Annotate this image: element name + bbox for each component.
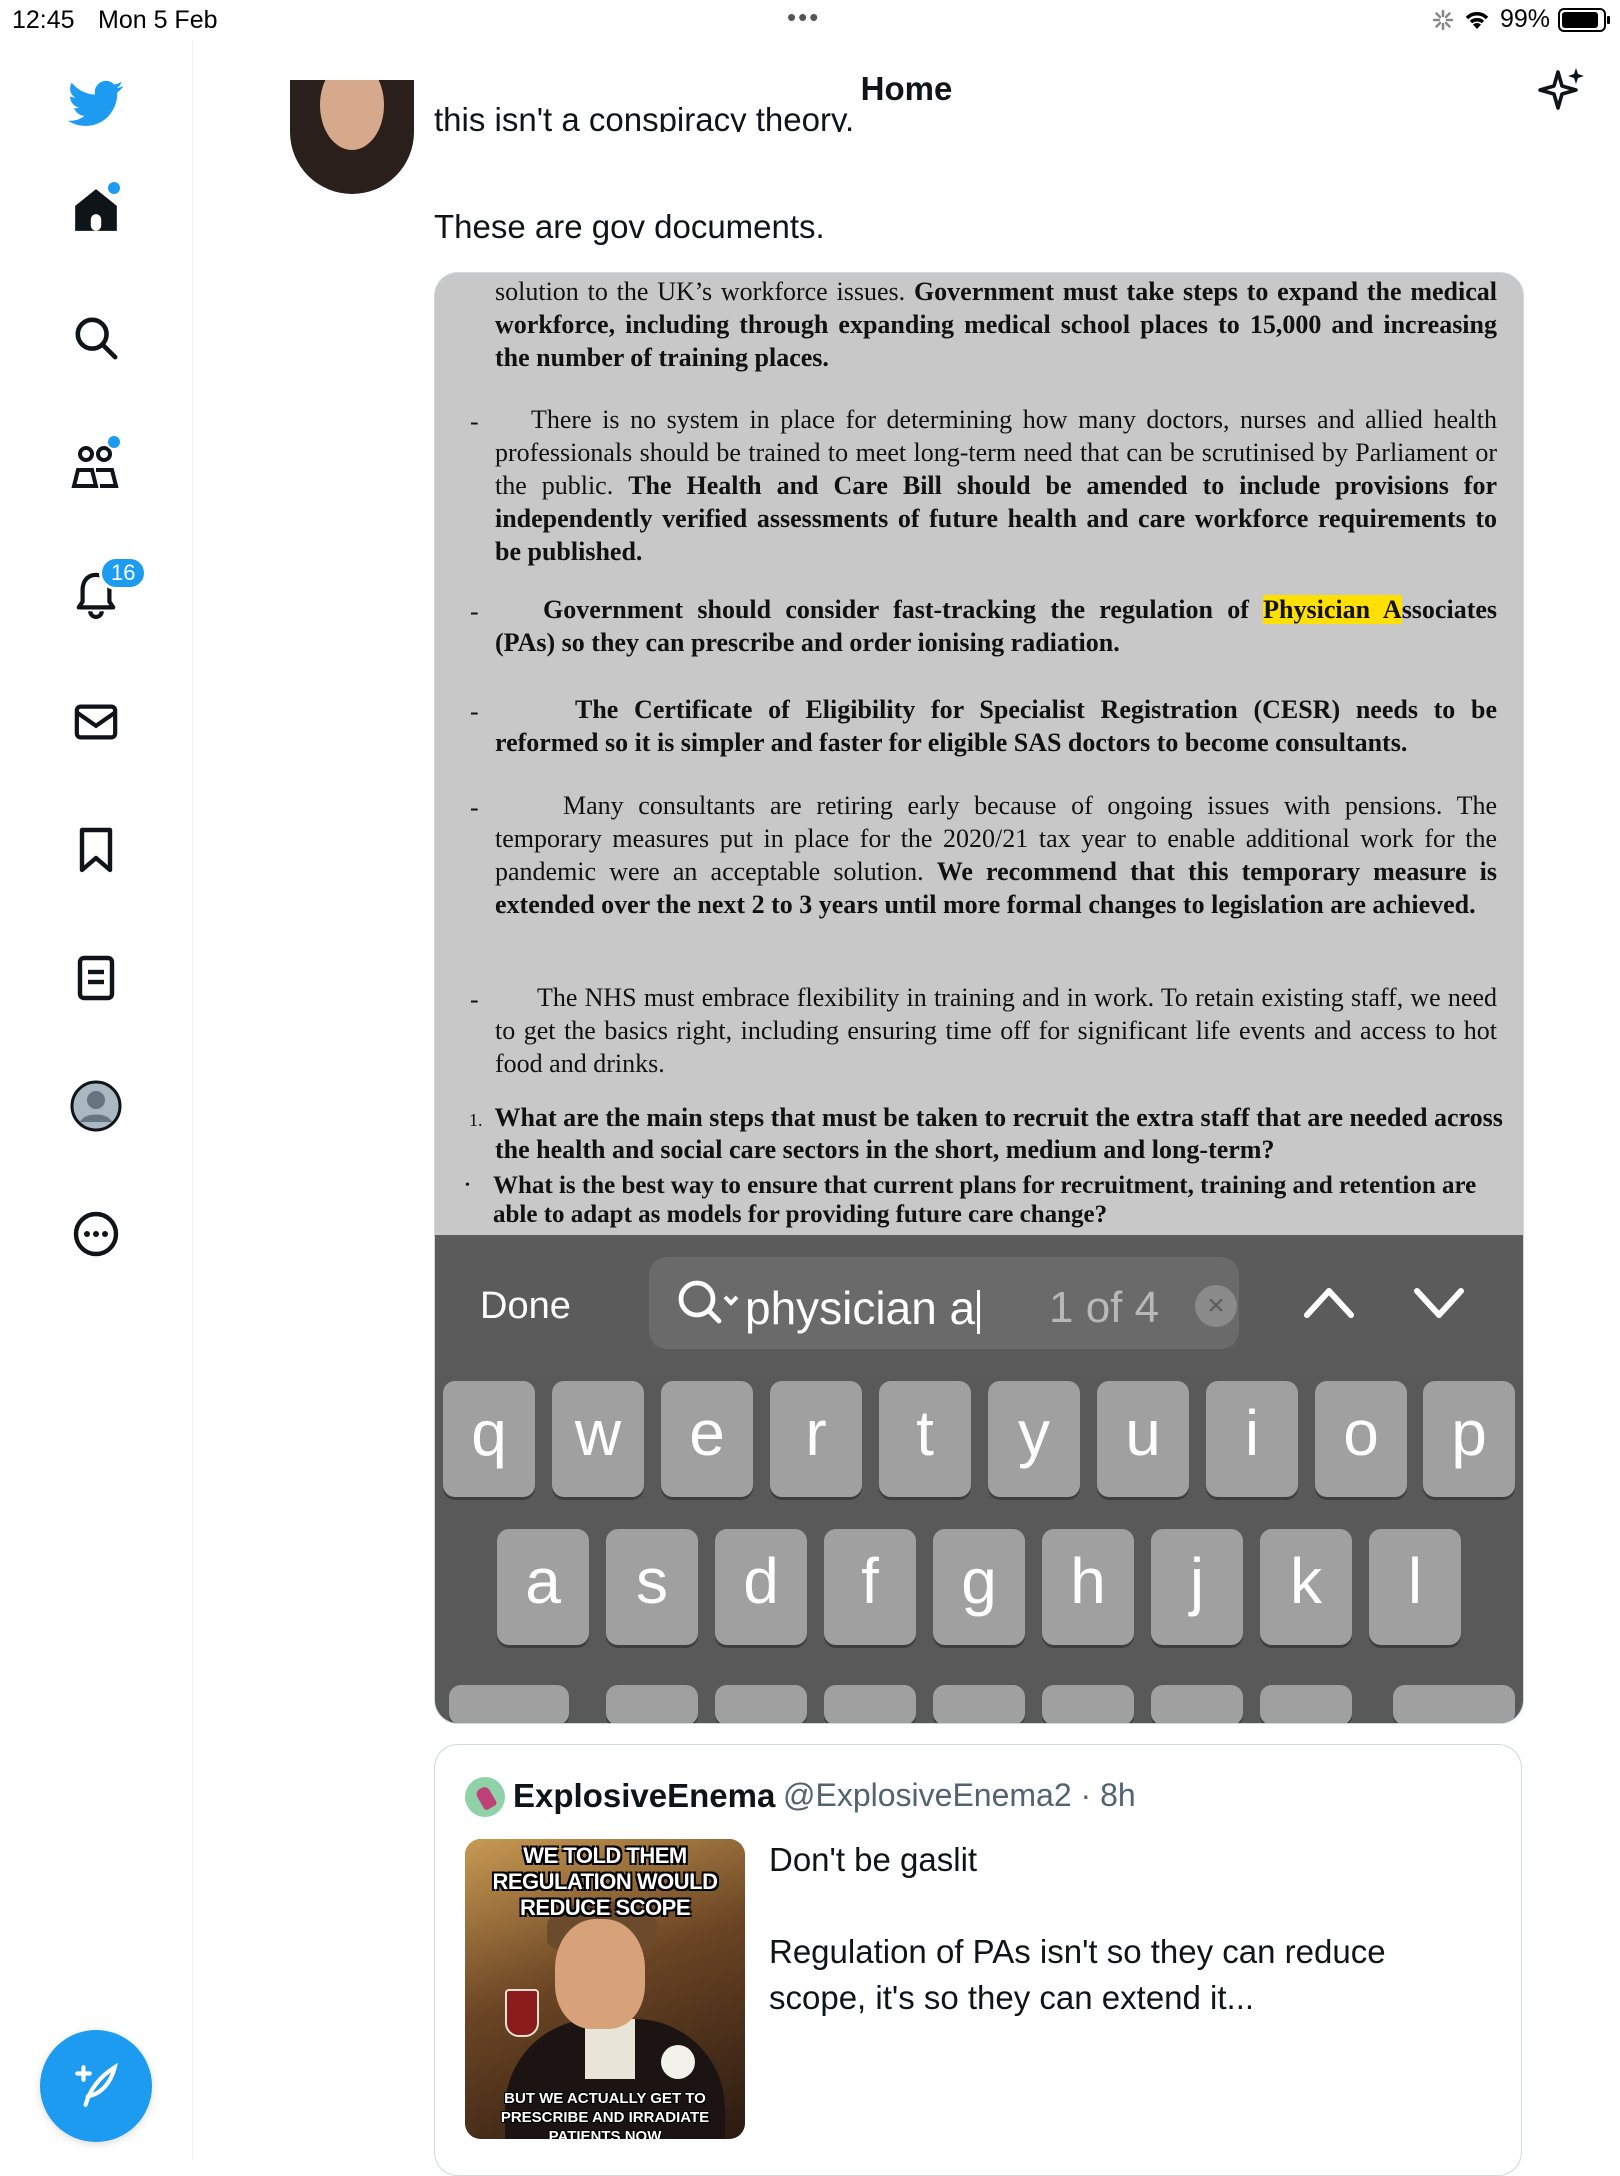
home-unread-dot bbox=[106, 180, 122, 196]
quote-tweet-text: Don't be gaslit Regulation of PAs isn't … bbox=[769, 1841, 1386, 2016]
key-d[interactable]: d bbox=[715, 1529, 807, 1645]
doc-dash: - bbox=[470, 407, 479, 436]
doc-paragraph-4: The Certificate of Eligibility for Speci… bbox=[495, 695, 1497, 757]
wifi-icon bbox=[1465, 11, 1489, 29]
search-match-highlight: Physician A bbox=[1263, 595, 1402, 624]
doc-dash: - bbox=[470, 793, 479, 822]
key-l[interactable]: l bbox=[1369, 1529, 1461, 1645]
key-t[interactable]: t bbox=[879, 1381, 971, 1497]
key-g[interactable]: g bbox=[933, 1529, 1025, 1645]
done-button[interactable]: Done bbox=[480, 1285, 571, 1328]
quote-author-avatar[interactable] bbox=[465, 1777, 505, 1817]
key-c[interactable] bbox=[824, 1685, 916, 1723]
key-n[interactable] bbox=[1151, 1685, 1243, 1723]
quote-tweet[interactable]: ExplosiveEnema @ExplosiveEnema2 · 8h WE … bbox=[434, 1744, 1522, 2176]
doc-dash: - bbox=[470, 697, 479, 726]
compose-feather-icon bbox=[75, 2062, 119, 2107]
doc-question-1: 1. What are the main steps that must be t… bbox=[469, 1103, 1503, 1164]
status-time: 12:45 bbox=[12, 6, 75, 34]
status-date: Mon 5 Feb bbox=[98, 6, 218, 34]
key-v[interactable] bbox=[933, 1685, 1025, 1723]
activity-icon bbox=[1432, 9, 1454, 30]
clear-search-icon[interactable]: × bbox=[1195, 1285, 1237, 1327]
timeline-settings-sparkle-icon[interactable] bbox=[1538, 66, 1586, 119]
sidebar: 16 bbox=[0, 40, 193, 2160]
key-w[interactable]: w bbox=[552, 1381, 644, 1497]
document-screenshot: solution to the UK’s workforce issues. G… bbox=[435, 273, 1523, 1235]
key-s[interactable]: s bbox=[606, 1529, 698, 1645]
doc-dash: - bbox=[470, 597, 479, 626]
twitter-logo-icon[interactable] bbox=[62, 70, 130, 138]
on-screen-keyboard: q w e r t y u i o p a s d f g h j k l bbox=[435, 1375, 1523, 1723]
lists-icon[interactable] bbox=[62, 944, 130, 1012]
notifications-icon[interactable]: 16 bbox=[62, 556, 148, 628]
key-z[interactable] bbox=[606, 1685, 698, 1723]
meme-bottom-caption: BUT WE ACTUALLY GET TO PRESCRIBE AND IRR… bbox=[500, 2090, 710, 2139]
key-shift[interactable] bbox=[449, 1685, 569, 1723]
key-i[interactable]: i bbox=[1206, 1381, 1298, 1497]
messages-icon[interactable] bbox=[62, 688, 130, 756]
status-bar: 12:45 Mon 5 Feb ••• 99% bbox=[0, 0, 1620, 40]
key-b[interactable] bbox=[1042, 1685, 1134, 1723]
key-o[interactable]: o bbox=[1315, 1381, 1407, 1497]
compose-tweet-button[interactable] bbox=[40, 2030, 152, 2142]
home-icon[interactable] bbox=[62, 176, 130, 244]
profile-avatar-icon[interactable] bbox=[62, 1072, 130, 1140]
quote-author-name[interactable]: ExplosiveEnema bbox=[513, 1777, 775, 1815]
more-icon[interactable] bbox=[62, 1200, 130, 1268]
quote-author-handle-time: @ExplosiveEnema2 · 8h bbox=[783, 1777, 1136, 1813]
quote-meme-image[interactable]: WE TOLD THEM REGULATION WOULD REDUCE SCO… bbox=[465, 1839, 745, 2139]
search-icon[interactable] bbox=[62, 304, 130, 372]
notifications-badge: 16 bbox=[99, 556, 148, 590]
multitasking-dots[interactable]: ••• bbox=[787, 2, 820, 33]
tweet-media-image[interactable]: solution to the UK’s workforce issues. G… bbox=[434, 272, 1524, 1724]
doc-paragraph-5: Many consultants are retiring early beca… bbox=[495, 791, 1497, 919]
key-k[interactable]: k bbox=[1260, 1529, 1352, 1645]
tweet-text-previous-line: this isn't a conspiracy theory. bbox=[434, 101, 855, 132]
key-u[interactable]: u bbox=[1097, 1381, 1189, 1497]
communities-unread-dot bbox=[106, 434, 122, 450]
key-q[interactable]: q bbox=[443, 1381, 535, 1497]
key-h[interactable]: h bbox=[1042, 1529, 1134, 1645]
battery-percent: 99% bbox=[1499, 5, 1550, 33]
doc-question-2: • What is the best way to ensure that cur… bbox=[465, 1172, 1477, 1228]
tweet-text: These are gov documents. bbox=[434, 208, 825, 245]
tweet-author-avatar[interactable] bbox=[290, 80, 414, 194]
meme-top-caption: WE TOLD THEM REGULATION WOULD REDUCE SCO… bbox=[492, 1843, 718, 1920]
communities-icon[interactable] bbox=[62, 432, 130, 500]
match-count: 1 of 4 bbox=[1049, 1283, 1160, 1332]
key-r[interactable]: r bbox=[770, 1381, 862, 1497]
status-right: 99% bbox=[1432, 5, 1610, 34]
find-query-text[interactable]: physician a bbox=[745, 1281, 981, 1335]
key-e[interactable]: e bbox=[661, 1381, 753, 1497]
doc-paragraph-2: There is no system in place for determin… bbox=[495, 405, 1497, 566]
previous-match-chevron-up-icon[interactable] bbox=[1299, 1273, 1359, 1333]
battery-icon bbox=[1558, 7, 1610, 32]
find-search-field[interactable]: physician a 1 of 4 × bbox=[649, 1257, 1239, 1349]
doc-dash: - bbox=[470, 985, 479, 1014]
key-shift-right[interactable] bbox=[1393, 1685, 1515, 1723]
bookmarks-icon[interactable] bbox=[62, 816, 130, 884]
find-in-page-bar: Done physician a 1 of 4 × bbox=[435, 1235, 1523, 1375]
doc-paragraph-3: Government should consider fast-tracking… bbox=[495, 595, 1498, 657]
key-j[interactable]: j bbox=[1151, 1529, 1243, 1645]
next-match-chevron-down-icon[interactable] bbox=[1409, 1273, 1469, 1333]
key-a[interactable]: a bbox=[497, 1529, 589, 1645]
doc-paragraph-6: The NHS must embrace flexibility in trai… bbox=[495, 983, 1497, 1078]
key-m[interactable] bbox=[1260, 1685, 1352, 1723]
key-p[interactable]: p bbox=[1423, 1381, 1515, 1497]
key-y[interactable]: y bbox=[988, 1381, 1080, 1497]
search-options-icon[interactable] bbox=[677, 1279, 741, 1327]
doc-paragraph-1: solution to the UK’s workforce issues. G… bbox=[495, 277, 1497, 372]
key-f[interactable]: f bbox=[824, 1529, 916, 1645]
key-x[interactable] bbox=[715, 1685, 807, 1723]
